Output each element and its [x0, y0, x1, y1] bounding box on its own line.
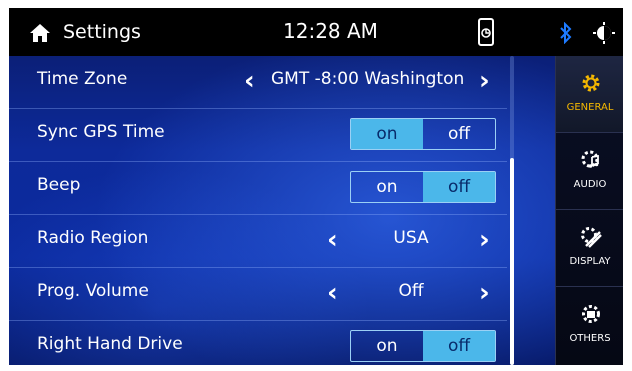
beep-label: Beep	[37, 175, 81, 195]
sidebar-label-others: OTHERS	[569, 333, 611, 344]
beep-toggle[interactable]: on off	[350, 171, 496, 203]
row-prog-volume: Prog. Volume ‹ Off ›	[9, 268, 507, 321]
prog-volume-next-arrow[interactable]: ›	[479, 280, 490, 306]
right-hand-drive-on[interactable]: on	[351, 331, 423, 361]
bluetooth-icon[interactable]	[559, 22, 573, 44]
page-title: Settings	[63, 21, 141, 43]
radio-region-next-arrow[interactable]: ›	[479, 227, 490, 253]
time-zone-next-arrow[interactable]: ›	[479, 68, 490, 94]
right-hand-drive-off[interactable]: off	[423, 331, 495, 361]
brightness-icon[interactable]	[593, 22, 615, 44]
prog-volume-label: Prog. Volume	[37, 281, 149, 301]
prog-volume-prev-arrow[interactable]: ‹	[327, 280, 338, 306]
row-sync-gps-time: Sync GPS Time on off	[9, 109, 507, 162]
radio-region-label: Radio Region	[37, 228, 149, 248]
right-hand-drive-toggle[interactable]: on off	[350, 330, 496, 362]
time-zone-value: GMT -8:00 Washington	[271, 69, 465, 89]
time-zone-label: Time Zone	[37, 69, 128, 89]
sync-gps-time-label: Sync GPS Time	[37, 122, 165, 142]
right-hand-drive-label: Right Hand Drive	[37, 334, 183, 354]
beep-off[interactable]: off	[423, 172, 495, 202]
sidebar-item-general[interactable]: GENERAL	[556, 56, 623, 133]
gear-others-icon	[582, 305, 600, 323]
sync-gps-time-off[interactable]: off	[423, 119, 495, 149]
gear-icon	[582, 74, 600, 92]
settings-category-sidebar: GENERAL AUDIO DISPLAY OTHERS	[555, 56, 623, 365]
row-time-zone: Time Zone ‹ GMT -8:00 Washington ›	[9, 56, 507, 109]
sidebar-label-display: DISPLAY	[569, 256, 611, 267]
sidebar-label-audio: AUDIO	[573, 179, 607, 190]
scrollbar-thumb[interactable]	[510, 158, 514, 365]
gear-display-icon	[581, 227, 602, 248]
beep-on[interactable]: on	[351, 172, 423, 202]
row-radio-region: Radio Region ‹ USA ›	[9, 215, 507, 268]
radio-region-value: USA	[393, 228, 429, 248]
radio-region-prev-arrow[interactable]: ‹	[327, 227, 338, 253]
sync-gps-time-on[interactable]: on	[351, 119, 423, 149]
sidebar-item-others[interactable]: OTHERS	[556, 287, 623, 363]
sidebar-label-general: GENERAL	[566, 102, 614, 113]
sidebar-item-audio[interactable]: AUDIO	[556, 133, 623, 210]
phone-link-icon[interactable]	[477, 18, 495, 46]
time-zone-prev-arrow[interactable]: ‹	[244, 68, 255, 94]
gear-music-icon	[581, 150, 599, 168]
settings-screen: Settings 12:28 AM Time Zone ‹ GMT -8:00 …	[9, 8, 623, 365]
sync-gps-time-toggle[interactable]: on off	[350, 118, 496, 150]
prog-volume-value: Off	[398, 281, 424, 301]
top-bar: Settings 12:28 AM	[9, 8, 623, 56]
home-icon[interactable]	[29, 23, 51, 43]
row-right-hand-drive: Right Hand Drive on off	[9, 321, 507, 365]
clock: 12:28 AM	[283, 19, 378, 43]
sidebar-item-display[interactable]: DISPLAY	[556, 210, 623, 287]
row-beep: Beep on off	[9, 162, 507, 215]
